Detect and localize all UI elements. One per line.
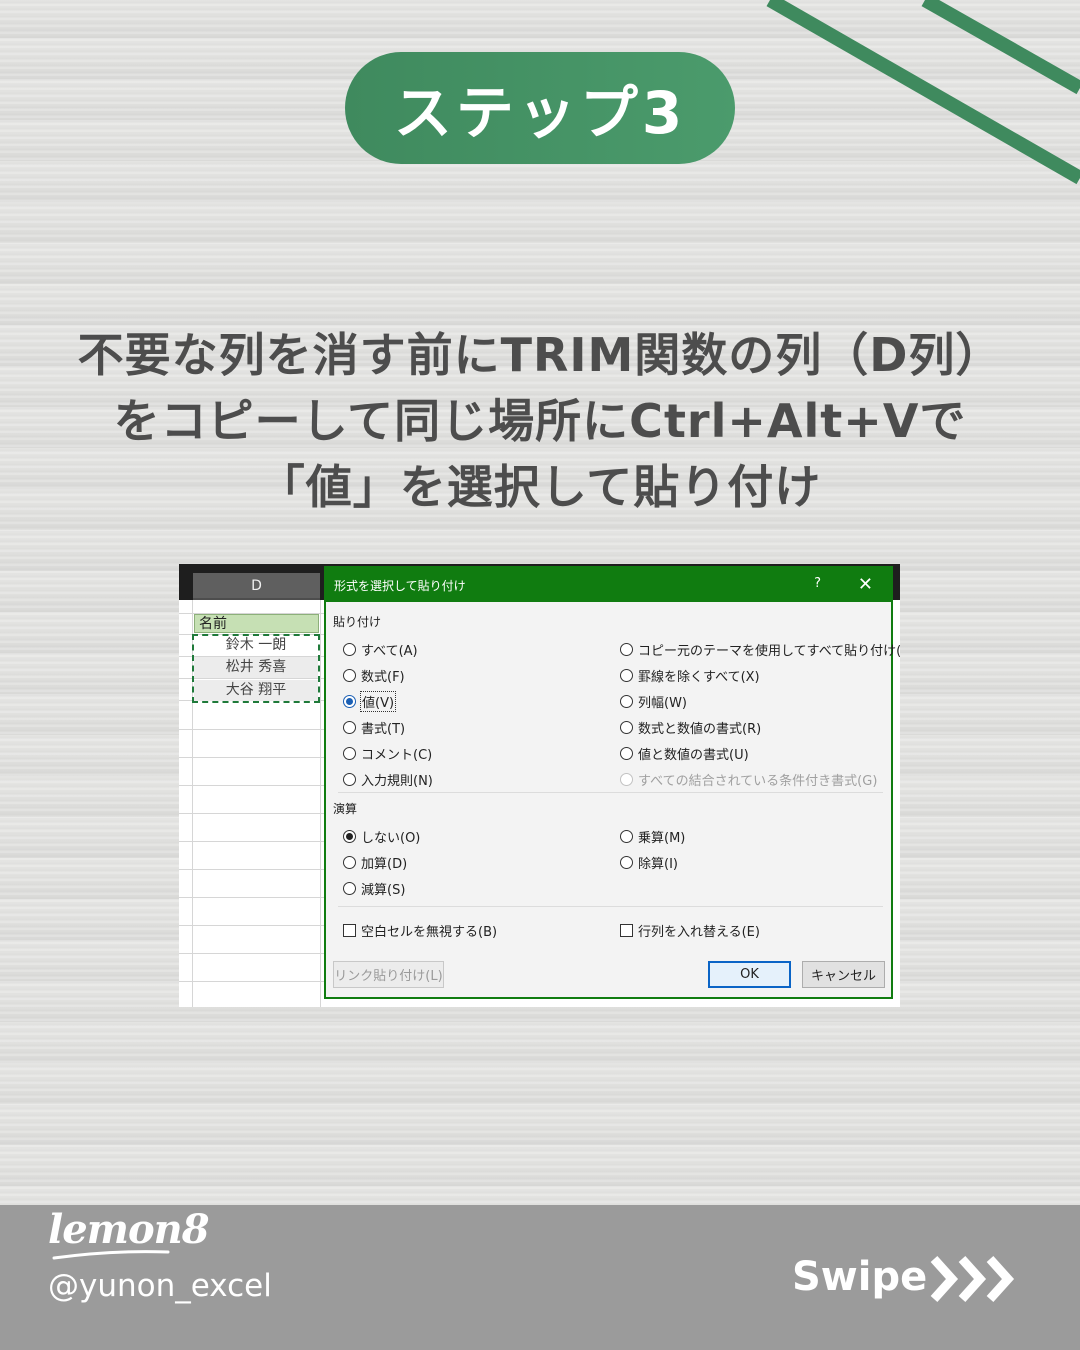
option-label: 入力規則(N): [361, 774, 433, 789]
radio-icon: [620, 830, 633, 843]
option-paste-source-theme[interactable]: コピー元のテーマを使用してすべて貼り付け(H): [620, 640, 900, 659]
step-badge: ステップ3: [345, 52, 735, 164]
logo-swoosh-icon: [52, 1250, 170, 1260]
row-divider: [179, 785, 329, 786]
radio-selected-icon: [343, 830, 356, 843]
option-op-subtract[interactable]: 減算(S): [343, 879, 405, 898]
option-label: 減算(S): [361, 883, 406, 898]
radio-icon: [620, 695, 633, 708]
paste-section-label: 貼り付け: [333, 615, 382, 629]
radio-icon: [343, 773, 356, 786]
option-label: 加算(D): [361, 857, 408, 872]
option-label: 値と数値の書式(U): [638, 748, 749, 763]
radio-selected-icon: [343, 695, 356, 708]
paste-link-button: リンク貼り付け(L): [333, 961, 444, 988]
swipe-label: Swipe: [792, 1254, 928, 1300]
radio-icon: [343, 882, 356, 895]
row-divider: [179, 813, 329, 814]
option-paste-comments[interactable]: コメント(C): [343, 744, 432, 763]
option-label: 数式(F): [361, 670, 405, 685]
row-divider: [179, 953, 329, 954]
option-paste-values[interactable]: 値(V): [343, 691, 397, 712]
checkbox-skip-blanks[interactable]: 空白セルを無視する(B): [343, 921, 497, 940]
option-label: 列幅(W): [638, 696, 687, 711]
row-divider: [179, 869, 329, 870]
section-divider: [338, 906, 883, 907]
headline-line: 「値」を選択して貼り付け: [258, 460, 822, 514]
option-label: 値(V): [359, 691, 397, 712]
headline-line: をコピーして同じ場所にCtrl+Alt+Vで: [113, 394, 967, 448]
option-label: 乗算(M): [638, 831, 686, 846]
column-header-d[interactable]: D: [193, 573, 320, 600]
header-cell[interactable]: 名前: [194, 614, 319, 633]
checkbox-transpose[interactable]: 行列を入れ替える(E): [620, 921, 760, 940]
option-label: 除算(I): [638, 857, 678, 872]
radio-icon: [343, 721, 356, 734]
option-label: 空白セルを無視する(B): [361, 925, 498, 940]
radio-icon: [343, 856, 356, 869]
option-label: コメント(C): [361, 748, 433, 763]
option-paste-formulas-number-formats[interactable]: 数式と数値の書式(R): [620, 718, 761, 737]
triple-chevron-right-icon: [930, 1255, 1015, 1303]
option-paste-formulas[interactable]: 数式(F): [343, 666, 405, 685]
ok-button[interactable]: OK: [708, 961, 791, 988]
option-paste-all[interactable]: すべて(A): [343, 640, 418, 659]
option-label: すべて(A): [361, 644, 418, 659]
option-label: 行列を入れ替える(E): [638, 925, 760, 940]
option-label: 書式(T): [361, 722, 406, 737]
option-paste-no-borders[interactable]: 罫線を除くすべて(X): [620, 666, 760, 685]
excel-screenshot: D 名前 鈴木 一朗 松井 秀喜 大谷 翔平 形式を選択して貼り付け ? ✕ 貼…: [179, 564, 900, 1007]
headline-line: 不要な列を消す前にTRIM関数の列（D列）: [77, 328, 1003, 382]
close-icon[interactable]: ✕: [858, 574, 873, 595]
row-divider: [179, 729, 329, 730]
option-paste-values-number-formats[interactable]: 値と数値の書式(U): [620, 744, 749, 763]
radio-icon: [620, 643, 633, 656]
radio-icon: [620, 721, 633, 734]
help-icon[interactable]: ?: [814, 576, 821, 591]
option-op-divide[interactable]: 除算(I): [620, 853, 678, 872]
row-divider: [179, 757, 329, 758]
option-paste-column-widths[interactable]: 列幅(W): [620, 692, 687, 711]
operation-section-label: 演算: [333, 802, 358, 816]
row-divider: [179, 981, 329, 982]
option-label: すべての結合されている条件付き書式(G): [638, 774, 878, 789]
option-label: 罫線を除くすべて(X): [638, 670, 760, 685]
radio-icon: [620, 856, 633, 869]
option-paste-formats[interactable]: 書式(T): [343, 718, 405, 737]
option-op-none[interactable]: しない(O): [343, 827, 420, 846]
radio-icon: [343, 669, 356, 682]
row-divider: [179, 841, 329, 842]
paste-special-dialog: 形式を選択して貼り付け ? ✕ 貼り付け すべて(A) 数式(F) 値(V) 書…: [324, 566, 900, 999]
option-label: コピー元のテーマを使用してすべて貼り付け(H): [638, 644, 900, 659]
radio-icon: [343, 747, 356, 760]
copy-marquee: [192, 634, 320, 703]
account-handle: @yunon_excel: [48, 1268, 272, 1304]
row-divider: [179, 925, 329, 926]
option-paste-validation[interactable]: 入力規則(N): [343, 770, 433, 789]
checkbox-icon: [620, 924, 633, 937]
dialog-title: 形式を選択して貼り付け: [334, 578, 466, 593]
option-label: 数式と数値の書式(R): [638, 722, 762, 737]
option-op-multiply[interactable]: 乗算(M): [620, 827, 685, 846]
section-divider: [338, 792, 883, 793]
dialog-titlebar: 形式を選択して貼り付け ? ✕: [326, 568, 891, 602]
checkbox-icon: [343, 924, 356, 937]
row-divider: [179, 897, 329, 898]
headline: 不要な列を消す前にTRIM関数の列（D列） をコピーして同じ場所にCtrl+Al…: [40, 322, 1040, 520]
option-paste-merged-conditional: すべての結合されている条件付き書式(G): [620, 770, 877, 789]
radio-icon: [620, 773, 633, 786]
column-divider: [320, 600, 321, 1007]
cancel-button[interactable]: キャンセル: [802, 961, 885, 988]
radio-icon: [620, 747, 633, 760]
radio-icon: [620, 669, 633, 682]
option-label: しない(O): [361, 831, 421, 846]
option-op-add[interactable]: 加算(D): [343, 853, 407, 872]
radio-icon: [343, 643, 356, 656]
